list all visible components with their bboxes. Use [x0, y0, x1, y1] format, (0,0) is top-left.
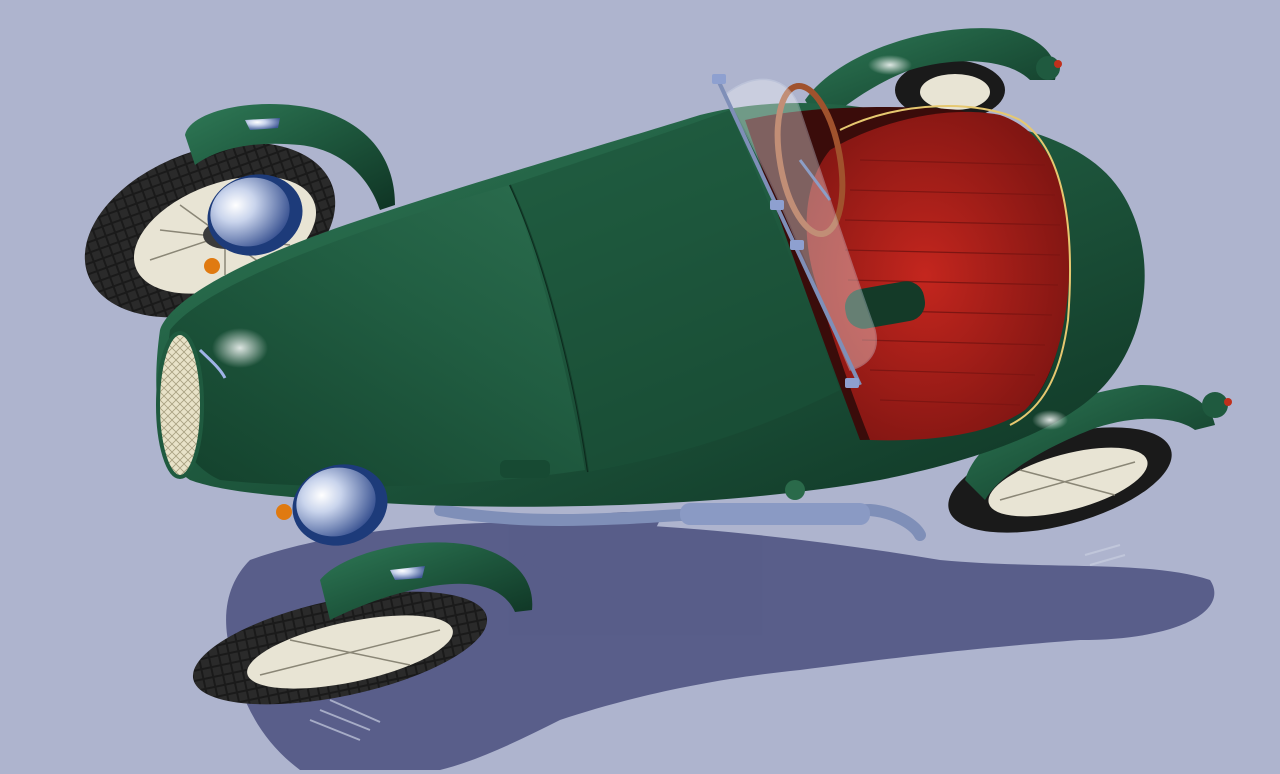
filler-cap: [785, 480, 805, 500]
radiator-grille: [156, 331, 204, 479]
car-scene: [0, 0, 1280, 774]
rear-top-light: [1036, 56, 1060, 80]
rear-bottom-light: [1202, 392, 1228, 418]
fender-light-top: [245, 118, 280, 130]
muffler: [680, 503, 870, 525]
side-step: [500, 460, 550, 478]
